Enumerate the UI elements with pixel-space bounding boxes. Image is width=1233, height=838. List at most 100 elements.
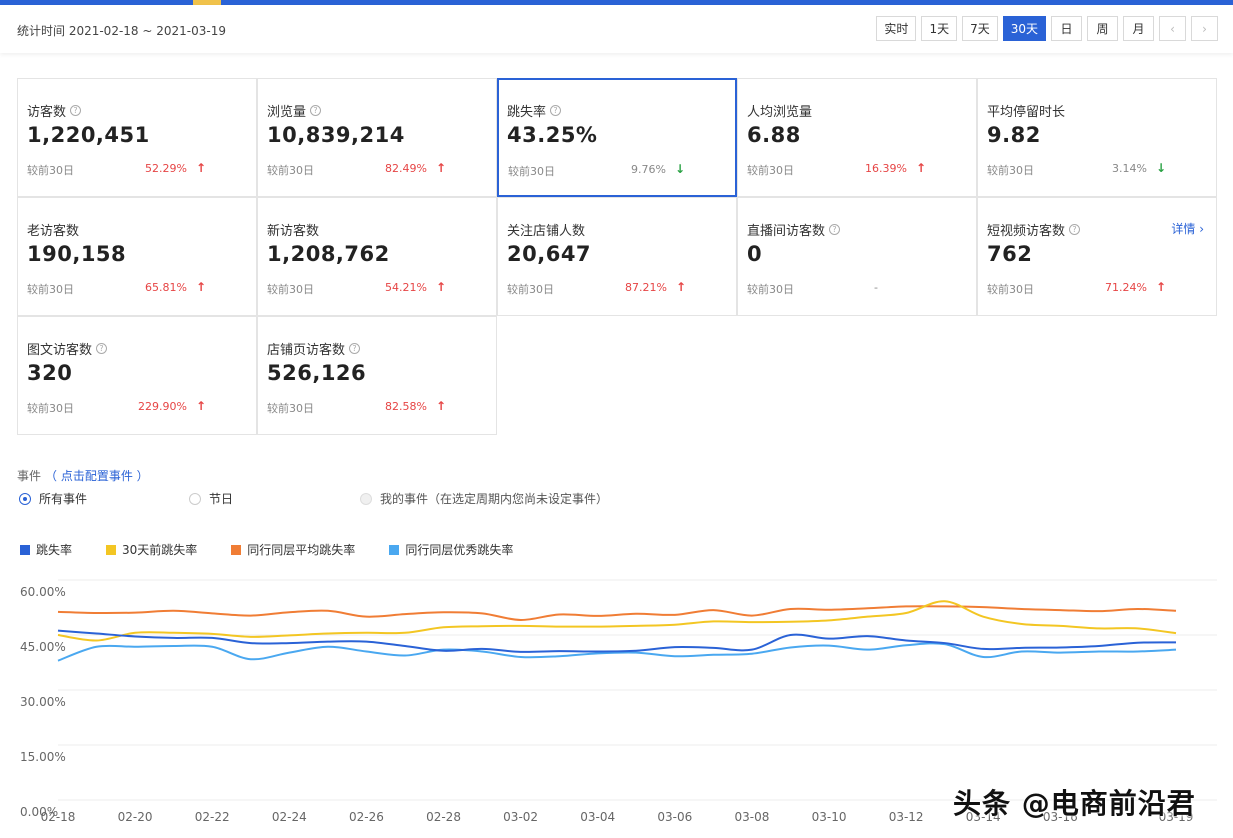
metric-label: 关注店铺人数 bbox=[507, 223, 586, 239]
metric-compare-label: 较前30日 bbox=[267, 164, 314, 177]
legend-item[interactable]: 跳失率 bbox=[20, 541, 72, 558]
legend-item[interactable]: 同行同层平均跳失率 bbox=[231, 541, 355, 558]
chevron-right-icon[interactable]: › bbox=[1191, 16, 1218, 41]
events-section: 事件（ 点击配置事件 ） 所有事件 节日 我的事件（在选定周期内您尚未设定事件） bbox=[17, 467, 608, 506]
metric-value: 320 bbox=[27, 361, 73, 385]
date-range-label: 统计时间 2021-02-18 ~ 2021-03-19 bbox=[17, 24, 226, 38]
arrow-up-icon: ↑ bbox=[1155, 280, 1166, 294]
x-tick-label: 02-26 bbox=[349, 810, 384, 824]
radio-disabled-icon bbox=[360, 492, 372, 505]
y-tick-label: 15.00% bbox=[20, 750, 66, 764]
metric-card[interactable]: 跳失率 ? 43.25% 较前30日 9.76% ↓ bbox=[497, 78, 737, 197]
x-tick-label: 02-22 bbox=[195, 810, 230, 824]
help-icon[interactable]: ? bbox=[550, 104, 562, 116]
radio-holidays[interactable]: 节日 bbox=[189, 490, 233, 507]
period-1d-button[interactable]: 1天 bbox=[921, 16, 958, 41]
arrow-up-icon: ↑ bbox=[195, 161, 206, 175]
metric-label: 人均浏览量 bbox=[747, 104, 813, 120]
metric-change-pct: 87.21% bbox=[625, 281, 667, 294]
metric-label: 店铺页访客数 bbox=[267, 342, 346, 358]
help-icon[interactable]: ? bbox=[829, 223, 841, 235]
x-tick-label: 03-06 bbox=[657, 810, 692, 824]
legend-item[interactable]: 同行同层优秀跳失率 bbox=[389, 541, 513, 558]
metric-value: 6.88 bbox=[747, 123, 801, 147]
metric-compare-label: 较前30日 bbox=[508, 165, 555, 178]
legend-label: 同行同层平均跳失率 bbox=[247, 543, 356, 557]
metric-change-pct: 65.81% bbox=[145, 281, 187, 294]
radio-unchecked-icon[interactable] bbox=[189, 492, 201, 505]
metric-value: 526,126 bbox=[267, 361, 367, 385]
period-30d-button[interactable]: 30天 bbox=[1002, 16, 1046, 41]
y-tick-label: 60.00% bbox=[20, 585, 66, 599]
arrow-up-icon: ↑ bbox=[675, 280, 686, 294]
period-realtime-button[interactable]: 实时 bbox=[876, 16, 917, 41]
metric-compare-label: 较前30日 bbox=[747, 283, 794, 296]
events-title: 事件 bbox=[17, 469, 42, 483]
metric-label: 跳失率 bbox=[507, 104, 547, 120]
legend-swatch bbox=[231, 544, 242, 555]
period-week-button[interactable]: 周 bbox=[1087, 16, 1118, 41]
metric-change-pct: 3.14% bbox=[1112, 162, 1147, 175]
metric-card[interactable]: 老访客数 190,158 较前30日 65.81% ↑ bbox=[17, 197, 257, 316]
help-icon[interactable]: ? bbox=[70, 104, 82, 116]
x-tick-label: 03-12 bbox=[889, 810, 924, 824]
y-tick-label: 30.00% bbox=[20, 695, 66, 709]
help-icon[interactable]: ? bbox=[310, 104, 322, 116]
detail-link[interactable]: 详情 › bbox=[1171, 220, 1204, 237]
metric-card[interactable]: 浏览量 ? 10,839,214 较前30日 82.49% ↑ bbox=[257, 78, 497, 197]
period-day-button[interactable]: 日 bbox=[1051, 16, 1082, 41]
metric-compare-label: 较前30日 bbox=[267, 402, 314, 415]
x-tick-label: 02-28 bbox=[426, 810, 461, 824]
config-events-link[interactable]: （ 点击配置事件 ） bbox=[45, 469, 149, 483]
metric-compare-label: 较前30日 bbox=[27, 164, 74, 177]
metric-card[interactable]: 直播间访客数 ? 0 较前30日 - bbox=[737, 197, 977, 316]
help-icon[interactable]: ? bbox=[1069, 223, 1081, 235]
radio-my-events: 我的事件（在选定周期内您尚未设定事件） bbox=[360, 490, 608, 507]
metric-label: 新访客数 bbox=[267, 223, 320, 239]
metric-change-pct: 229.90% bbox=[138, 400, 187, 413]
series-line[interactable] bbox=[57, 605, 1177, 621]
metric-value: 190,158 bbox=[27, 242, 127, 266]
arrow-down-icon: ↓ bbox=[1155, 161, 1166, 175]
legend-label: 跳失率 bbox=[36, 543, 73, 557]
metric-compare-label: 较前30日 bbox=[267, 283, 314, 296]
metric-card[interactable]: 图文访客数 ? 320 较前30日 229.90% ↑ bbox=[17, 316, 257, 435]
metric-card[interactable]: 访客数 ? 1,220,451 较前30日 52.29% ↑ bbox=[17, 78, 257, 197]
metric-card[interactable]: 店铺页访客数 ? 526,126 较前30日 82.58% ↑ bbox=[257, 316, 497, 435]
metric-change-pct: 16.39% bbox=[865, 162, 907, 175]
x-tick-label: 03-02 bbox=[503, 810, 538, 824]
metric-card[interactable]: 平均停留时长 9.82 较前30日 3.14% ↓ bbox=[977, 78, 1217, 197]
series-line[interactable] bbox=[57, 629, 1177, 653]
metric-change-pct: 54.21% bbox=[385, 281, 427, 294]
arrow-up-icon: ↑ bbox=[195, 399, 206, 413]
metric-change-pct: 71.24% bbox=[1105, 281, 1147, 294]
header-bar: 统计时间 2021-02-18 ~ 2021-03-19 实时 1天 7天 30… bbox=[0, 5, 1233, 53]
legend-swatch bbox=[389, 544, 400, 555]
metric-card[interactable]: 人均浏览量 6.88 较前30日 16.39% ↑ bbox=[737, 78, 977, 197]
arrow-up-icon: ↑ bbox=[435, 280, 446, 294]
metric-value: 762 bbox=[987, 242, 1033, 266]
metric-compare-label: 较前30日 bbox=[507, 283, 554, 296]
arrow-up-icon: ↑ bbox=[195, 280, 206, 294]
arrow-up-icon: ↑ bbox=[435, 399, 446, 413]
metric-card[interactable]: 关注店铺人数 20,647 较前30日 87.21% ↑ bbox=[497, 197, 737, 316]
metric-label: 图文访客数 bbox=[27, 342, 93, 358]
metric-compare-label: 较前30日 bbox=[747, 164, 794, 177]
help-icon[interactable]: ? bbox=[349, 342, 361, 354]
chevron-left-icon[interactable]: ‹ bbox=[1159, 16, 1186, 41]
metric-card[interactable]: 短视频访客数 ? 762 较前30日 71.24% ↑ 详情 › bbox=[977, 197, 1217, 316]
legend-item[interactable]: 30天前跳失率 bbox=[106, 541, 197, 558]
legend-swatch bbox=[20, 544, 30, 555]
metric-value: 10,839,214 bbox=[267, 123, 405, 147]
radio-checked-icon[interactable] bbox=[19, 492, 31, 505]
period-month-button[interactable]: 月 bbox=[1123, 16, 1154, 41]
metric-card[interactable]: 新访客数 1,208,762 较前30日 54.21% ↑ bbox=[257, 197, 497, 316]
radio-all-events[interactable]: 所有事件 bbox=[19, 490, 87, 507]
period-7d-button[interactable]: 7天 bbox=[962, 16, 998, 41]
metric-change-pct: 9.76% bbox=[631, 163, 666, 176]
legend-label: 同行同层优秀跳失率 bbox=[405, 543, 514, 557]
metric-value: 43.25% bbox=[507, 123, 598, 147]
help-icon[interactable]: ? bbox=[96, 342, 108, 354]
metric-change-pct: 52.29% bbox=[145, 162, 187, 175]
legend-label: 30天前跳失率 bbox=[122, 543, 198, 557]
